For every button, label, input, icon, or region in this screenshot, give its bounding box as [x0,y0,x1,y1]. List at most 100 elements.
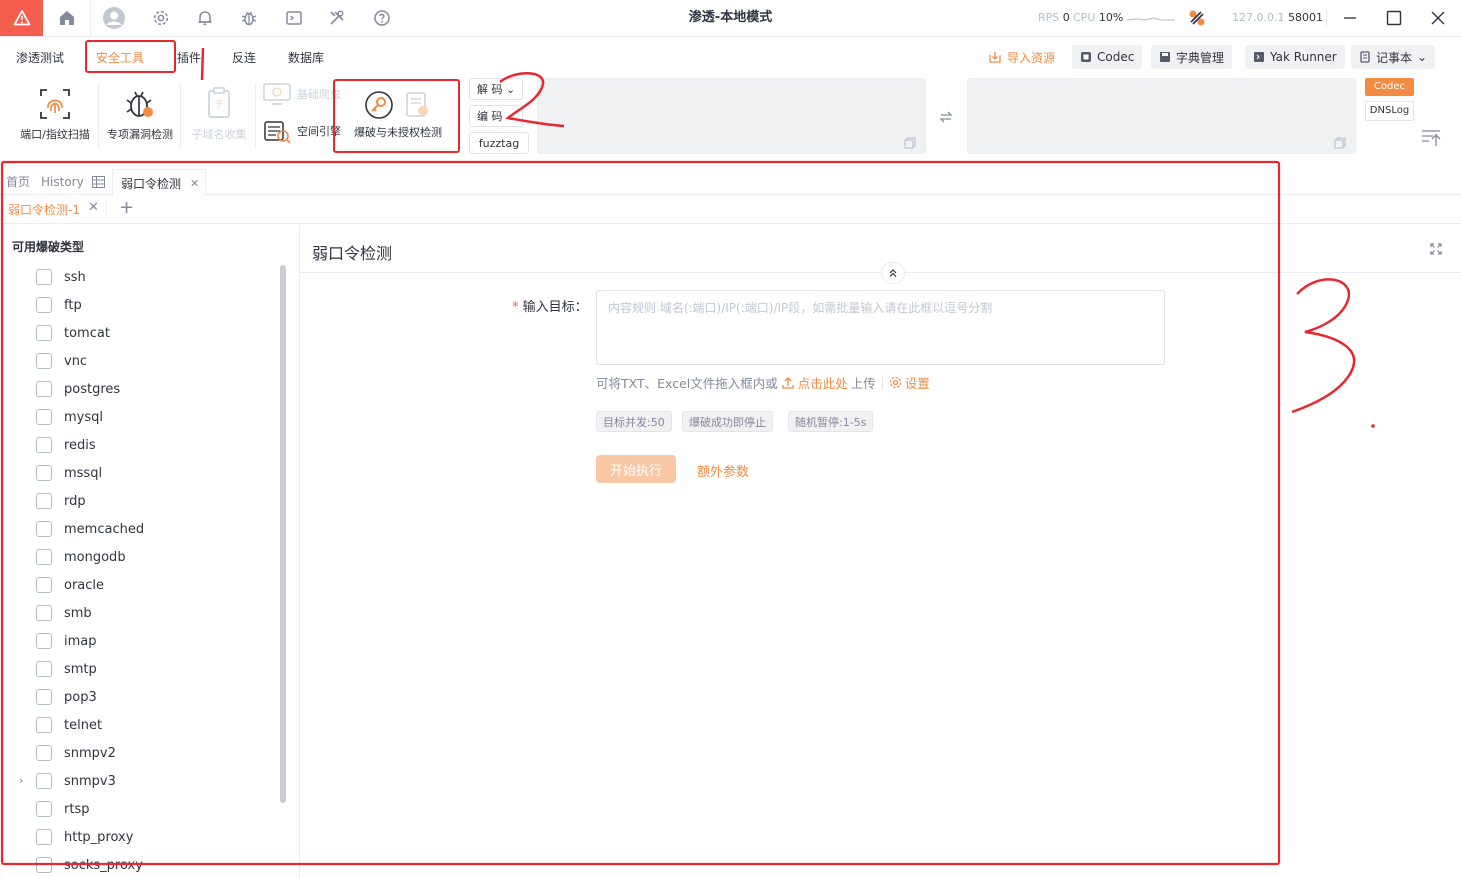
service-checkbox[interactable] [36,325,52,341]
bug-icon[interactable] [237,6,261,30]
service-checkbox[interactable] [36,549,52,565]
menu-plugins[interactable]: 插件 [177,49,201,66]
codec-tag[interactable]: Codec [1365,78,1414,96]
decode-dropdown[interactable]: 解 码 ⌄ [469,78,524,100]
service-checkbox[interactable] [36,689,52,705]
codec-output-area[interactable] [967,78,1356,154]
service-item[interactable]: socks_proxy [36,855,143,875]
dnslog-tag[interactable]: DNSLog [1365,101,1414,121]
service-item[interactable]: mssql [36,463,102,483]
copy-icon[interactable] [1334,137,1346,149]
import-resource-button[interactable]: 导入资源 [980,45,1063,69]
home-icon[interactable] [55,6,79,30]
service-checkbox[interactable] [36,409,52,425]
service-checkbox[interactable] [36,773,52,789]
swap-icon[interactable] [938,109,954,125]
service-checkbox[interactable] [36,857,52,873]
tools-icon[interactable] [325,6,349,30]
service-item[interactable]: redis [36,435,96,455]
service-checkbox[interactable] [36,745,52,761]
menu-security-tools[interactable]: 安全工具 [96,49,144,66]
tab-home[interactable]: 首页 [6,169,30,195]
service-checkbox[interactable] [36,353,52,369]
sidebar-scrollbar[interactable] [280,265,286,803]
service-checkbox[interactable] [36,661,52,677]
yak-runner-button[interactable]: Yak Runner [1245,45,1345,69]
target-input[interactable] [596,290,1165,365]
service-checkbox[interactable] [36,437,52,453]
encode-dropdown[interactable]: 编 码 ⌄ [469,105,524,127]
extra-params-button[interactable]: 额外参数 [697,461,749,480]
service-item[interactable]: telnet [36,715,102,735]
maximize-button[interactable] [1377,0,1411,36]
dict-manage-button[interactable]: 字典管理 [1151,45,1233,69]
table-icon[interactable] [92,176,105,188]
service-checkbox[interactable] [36,521,52,537]
service-item[interactable]: snmpv3 [36,771,116,791]
minimize-button[interactable] [1333,0,1367,36]
space-engine-tool[interactable]: 空间引擎 [263,118,341,144]
service-checkbox[interactable] [36,381,52,397]
vuln-check-tool[interactable]: 专项漏洞检测 [101,84,179,142]
service-item[interactable]: imap [36,631,97,651]
terminal-icon[interactable] [282,6,306,30]
engine-status-icon[interactable] [1185,6,1209,30]
service-item[interactable]: snmpv2 [36,743,116,763]
service-item[interactable]: tomcat [36,323,110,343]
collapse-button[interactable] [881,262,905,284]
subdomain-tool[interactable]: 子 子域名收集 [180,84,258,142]
service-item[interactable]: postgres [36,379,120,399]
codec-button[interactable]: Codec [1072,45,1143,69]
fullscreen-icon[interactable] [1430,243,1442,255]
service-item[interactable]: mongodb [36,547,126,567]
service-item[interactable]: rtsp [36,799,89,819]
menu-database[interactable]: 数据库 [288,49,324,66]
tab-weak-password[interactable]: 弱口令检测 ✕ [112,169,206,196]
service-item[interactable]: http_proxy [36,827,133,847]
service-checkbox[interactable] [36,605,52,621]
brute-unauth-tool[interactable]: 爆破与未授权检测 [338,84,458,140]
settings-link[interactable]: 设置 [905,373,930,392]
gear-icon[interactable] [149,6,173,30]
help-icon[interactable] [370,6,394,30]
subtab-weak-password-1[interactable]: 弱口令检测-1 [8,201,80,218]
copy-icon[interactable] [904,137,916,149]
close-icon[interactable]: ✕ [190,177,199,190]
service-checkbox[interactable] [36,297,52,313]
service-item[interactable]: oracle [36,575,104,595]
service-item[interactable]: pop3 [36,687,97,707]
service-item[interactable]: smb [36,603,92,623]
service-item[interactable]: ftp [36,295,82,315]
fuzztag-button[interactable]: fuzztag [469,132,529,154]
expand-icon[interactable]: › [19,774,23,787]
service-item[interactable]: smtp [36,659,97,679]
service-checkbox[interactable] [36,577,52,593]
port-scan-tool[interactable]: 端口/指纹扫描 [16,84,94,142]
service-item[interactable]: mysql [36,407,103,427]
add-tab-icon[interactable]: + [119,197,134,218]
close-button[interactable] [1421,0,1455,36]
service-checkbox[interactable] [36,269,52,285]
tab-history[interactable]: History [41,169,84,195]
app-logo[interactable] [0,0,43,36]
service-checkbox[interactable] [36,717,52,733]
service-checkbox[interactable] [36,801,52,817]
service-item[interactable]: vnc [36,351,87,371]
service-item[interactable]: ssh [36,267,86,287]
crawler-tool[interactable]: 基础爬虫 [263,82,341,106]
service-checkbox[interactable] [36,633,52,649]
start-button[interactable]: 开始执行 [596,455,676,483]
avatar[interactable] [102,6,126,30]
close-icon[interactable]: ✕ [88,200,99,215]
service-item[interactable]: memcached [36,519,144,539]
sort-icon[interactable] [1421,129,1441,147]
bell-icon[interactable] [193,6,217,30]
menu-pentest[interactable]: 渗透测试 [16,49,64,66]
notebook-button[interactable]: 记事本 ⌄ [1351,45,1436,69]
service-checkbox[interactable] [36,829,52,845]
codec-input-area[interactable] [537,78,926,154]
upload-link[interactable]: 点击此处 [798,373,848,392]
service-checkbox[interactable] [36,493,52,509]
service-item[interactable]: rdp [36,491,86,511]
service-checkbox[interactable] [36,465,52,481]
